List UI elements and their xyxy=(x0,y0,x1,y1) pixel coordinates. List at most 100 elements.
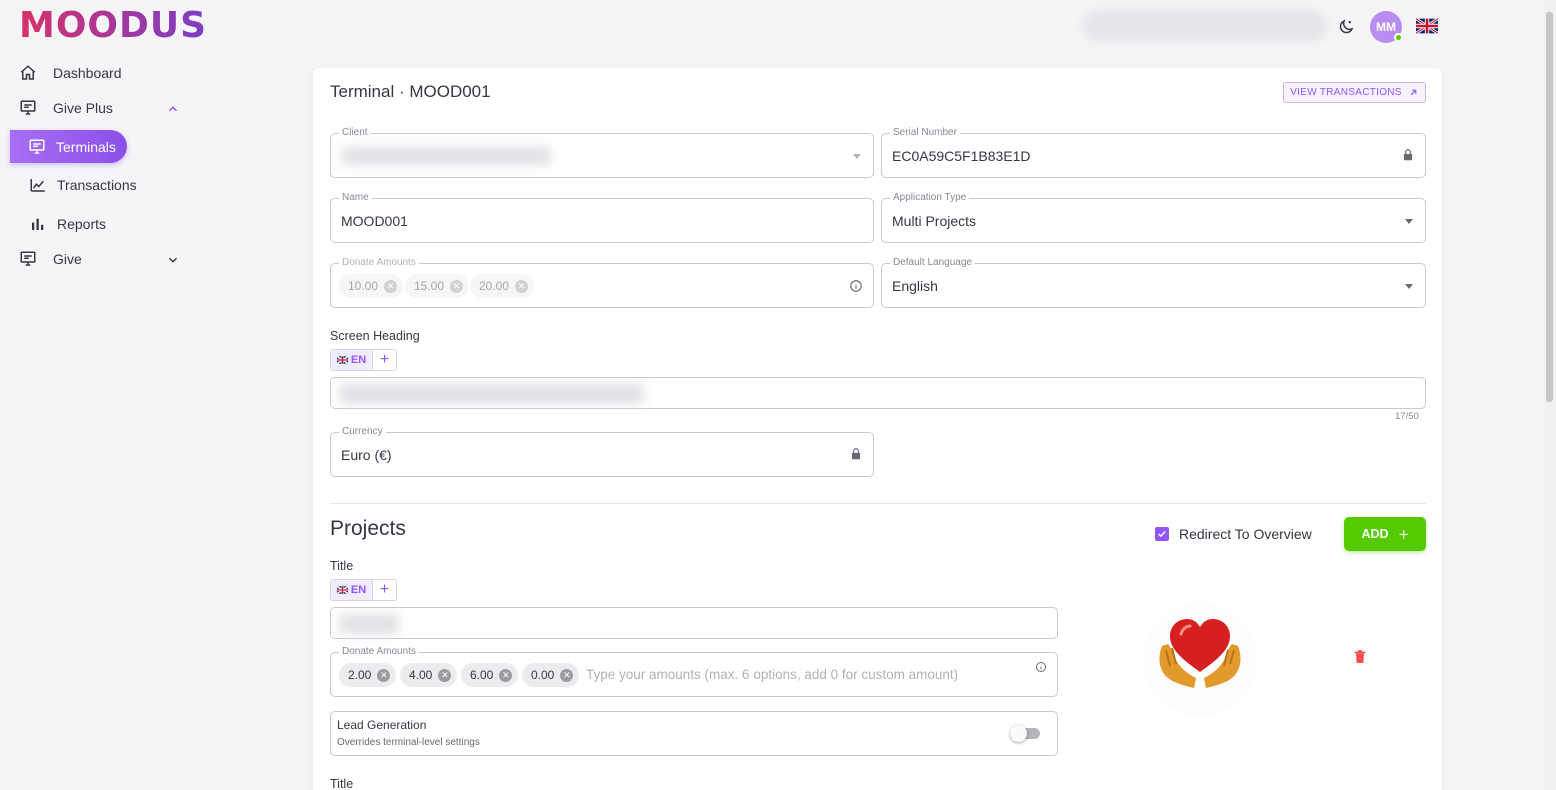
remove-chip-icon: ✕ xyxy=(450,279,464,293)
sidebar-item-reports[interactable]: Reports xyxy=(29,215,106,233)
project-title-blurred-value xyxy=(339,614,399,634)
client-select[interactable]: Client xyxy=(330,127,874,178)
remove-chip-icon[interactable]: ✕ xyxy=(560,668,574,682)
serial-number-field[interactable]: Serial Number EC0A59C5F1B83E1D xyxy=(881,127,1426,178)
screen-heading-label: Screen Heading xyxy=(330,329,420,343)
app-logo[interactable]: MOODUS xyxy=(19,6,207,46)
lang-tab-en[interactable]: EN xyxy=(331,350,372,370)
name-value: MOOD001 xyxy=(341,213,408,229)
lead-generation-help: Overrides terminal-level settings xyxy=(337,737,480,748)
chip-value: 0.00 xyxy=(531,668,555,682)
currency-label: Currency xyxy=(339,426,386,438)
sidebar-item-label: Terminals xyxy=(56,138,116,155)
screen-heading-lang-tabs: EN + xyxy=(330,349,397,371)
sidebar-item-label: Give Plus xyxy=(53,100,113,116)
uk-flag-icon[interactable] xyxy=(1416,18,1438,34)
add-language-button[interactable]: + xyxy=(372,350,396,370)
caret-down-icon xyxy=(1405,219,1413,224)
remove-chip-icon[interactable]: ✕ xyxy=(438,668,452,682)
scrollbar-thumb[interactable] xyxy=(1546,12,1553,402)
name-field[interactable]: Name MOOD001 xyxy=(330,192,874,243)
project-title-input[interactable] xyxy=(330,607,1058,639)
remove-chip-icon: ✕ xyxy=(384,279,398,293)
donate-amounts-placeholder: Type your amounts (max. 6 options, add 0… xyxy=(586,667,959,682)
sidebar-item-label: Transactions xyxy=(57,177,137,193)
project-title-lang-tabs: EN + xyxy=(330,579,397,601)
uk-flag-icon xyxy=(336,356,348,364)
terminal-icon xyxy=(20,100,36,115)
sidebar: MOODUS Dashboard Give Plus Terminals Tra… xyxy=(0,0,206,790)
project-donate-amounts-input[interactable]: Donate Amounts 2.00 ✕ 4.00 ✕ 6.00 ✕ 0.00 ✕ T… xyxy=(330,646,1058,697)
view-transactions-button[interactable]: VIEW TRANSACTIONS xyxy=(1283,82,1426,103)
amount-chip[interactable]: 2.00 ✕ xyxy=(339,663,397,687)
terminal-icon xyxy=(20,251,36,266)
chip-value: 2.00 xyxy=(348,668,372,682)
redirect-to-overview-label[interactable]: Redirect To Overview xyxy=(1179,526,1312,542)
sidebar-item-label: Give xyxy=(53,251,82,267)
page-title: Terminal · MOOD001 xyxy=(330,82,491,101)
info-icon[interactable] xyxy=(849,279,863,293)
sidebar-item-terminals[interactable]: Terminals xyxy=(10,130,127,163)
section-divider xyxy=(330,503,1426,504)
screen-heading-input[interactable] xyxy=(330,377,1426,409)
caret-down-icon xyxy=(853,154,861,159)
sidebar-item-give-plus[interactable]: Give Plus xyxy=(19,99,113,117)
lang-tab-en[interactable]: EN xyxy=(331,580,372,600)
default-language-value: English xyxy=(892,278,938,294)
amount-chip[interactable]: 0.00 ✕ xyxy=(522,663,580,687)
default-language-select[interactable]: Default Language English xyxy=(881,257,1426,308)
chevron-up-icon[interactable] xyxy=(166,102,180,116)
external-arrow-icon xyxy=(1410,89,1417,96)
lang-code: EN xyxy=(350,354,367,366)
chip-value: 20.00 xyxy=(479,279,510,293)
lead-generation-label: Lead Generation xyxy=(337,718,427,732)
bar-chart-icon xyxy=(32,218,44,230)
donate-amounts-label: Donate Amounts xyxy=(339,646,419,658)
project-title-label: Title xyxy=(330,559,354,573)
screen-heading-blurred-value xyxy=(339,384,644,404)
heart-hands-image[interactable] xyxy=(1140,600,1260,718)
application-type-select[interactable]: Application Type Multi Projects xyxy=(881,192,1426,243)
sidebar-item-transactions[interactable]: Transactions xyxy=(29,176,137,194)
check-icon xyxy=(1158,530,1166,538)
chart-line-icon xyxy=(30,179,45,192)
projects-title: Projects xyxy=(330,517,406,540)
home-icon xyxy=(20,65,36,80)
amount-chip[interactable]: 4.00 ✕ xyxy=(400,663,458,687)
sidebar-item-dashboard[interactable]: Dashboard xyxy=(19,64,122,82)
add-label: ADD xyxy=(1361,527,1389,541)
sidebar-item-give[interactable]: Give xyxy=(19,250,82,268)
client-blurred-value xyxy=(341,147,551,165)
topbar-blurred-search xyxy=(1082,10,1327,42)
default-language-label: Default Language xyxy=(890,257,975,269)
currency-field[interactable]: Currency Euro (€) xyxy=(330,426,874,477)
name-label: Name xyxy=(339,192,372,204)
moon-icon[interactable] xyxy=(1337,18,1355,36)
remove-chip-icon[interactable]: ✕ xyxy=(499,668,513,682)
chip-value: 15.00 xyxy=(414,279,445,293)
info-icon[interactable] xyxy=(1035,661,1047,673)
plus-icon: + xyxy=(1398,524,1409,544)
trash-icon[interactable] xyxy=(1352,648,1368,666)
toggle-knob[interactable] xyxy=(1010,725,1027,742)
char-counter: 17/50 xyxy=(1395,411,1419,422)
donate-amounts-label: Donate Amounts xyxy=(339,257,419,269)
remove-chip-icon[interactable]: ✕ xyxy=(377,668,391,682)
caret-down-icon xyxy=(1405,284,1413,289)
remove-chip-icon: ✕ xyxy=(515,279,529,293)
add-project-button[interactable]: ADD + xyxy=(1344,517,1426,551)
sidebar-item-label: Reports xyxy=(57,216,107,232)
chevron-down-icon[interactable] xyxy=(166,253,180,267)
chip-value: 10.00 xyxy=(348,279,379,293)
currency-value: Euro (€) xyxy=(341,447,392,463)
serial-number-value: EC0A59C5F1B83E1D xyxy=(892,148,1031,164)
amount-chip[interactable]: 6.00 ✕ xyxy=(461,663,519,687)
next-project-title-label: Title xyxy=(330,777,354,790)
uk-flag-icon xyxy=(336,586,348,594)
chip-value: 6.00 xyxy=(470,668,494,682)
lock-icon xyxy=(1403,149,1413,161)
add-language-button[interactable]: + xyxy=(372,580,396,600)
lock-icon xyxy=(851,448,861,460)
terminal-donate-amounts-field: Donate Amounts 10.00 ✕ 15.00 ✕ 20.00 ✕ xyxy=(330,257,874,308)
redirect-to-overview-checkbox[interactable] xyxy=(1155,527,1169,541)
